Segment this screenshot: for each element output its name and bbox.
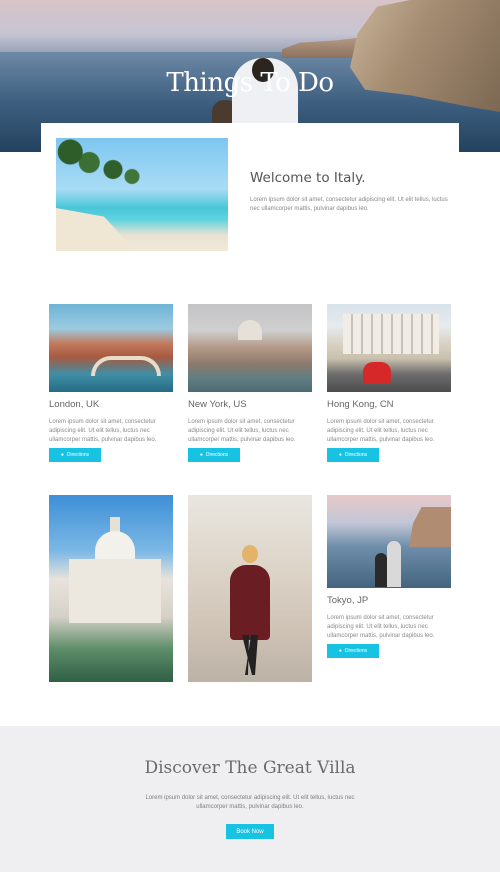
directions-button-new-york[interactable]: ● Directions: [188, 448, 240, 462]
card-text-new-york: Lorem ipsum dolor sit amet, consectetur …: [188, 419, 296, 443]
church-dome: [95, 531, 135, 561]
beach-sand: [56, 208, 136, 251]
coastal-cliff: [409, 507, 451, 547]
welcome-card: Welcome to Italy. Lorem ipsum dolor sit …: [41, 123, 459, 261]
card-text-tokyo: Lorem ipsum dolor sit amet, consectetur …: [327, 615, 435, 639]
new-york-image[interactable]: [188, 304, 312, 392]
card-text-hong-kong: Lorem ipsum dolor sit amet, consectetur …: [327, 419, 435, 443]
church-body: [69, 559, 161, 623]
cta-text: Lorem ipsum dolor sit amet, consectetur …: [145, 795, 355, 810]
woman-head: [242, 545, 258, 563]
directions-button-tokyo[interactable]: ● Directions: [327, 644, 379, 658]
directions-label: Directions: [344, 648, 368, 654]
welcome-text: Lorem ipsum dolor sit amet, consectetur …: [250, 197, 448, 212]
directions-button-london[interactable]: ● Directions: [49, 448, 101, 462]
couple-person-2: [387, 541, 401, 587]
card-title-tokyo: Tokyo, JP: [327, 595, 369, 606]
cta-title: Discover The Great Villa: [144, 758, 356, 778]
book-now-button[interactable]: Book Now: [226, 824, 274, 839]
page-title: Things To Do: [166, 68, 334, 98]
venice-church-image[interactable]: [49, 495, 173, 682]
building-facade: [343, 314, 439, 354]
scooter-shape: [363, 362, 391, 384]
fashion-woman-image[interactable]: [188, 495, 312, 682]
bridge-shape: [91, 356, 161, 376]
beach-image: [56, 138, 228, 251]
directions-label: Directions: [66, 452, 90, 458]
map-pin-icon: ●: [60, 452, 64, 458]
welcome-title: Welcome to Italy.: [250, 170, 366, 186]
card-title-new-york: New York, US: [188, 399, 247, 410]
woman-legs: [242, 635, 258, 675]
directions-label: Directions: [344, 452, 368, 458]
woman-coat: [230, 565, 270, 640]
directions-label: Directions: [205, 452, 229, 458]
map-pin-icon: ●: [199, 452, 203, 458]
palm-trees: [56, 138, 151, 208]
hong-kong-image[interactable]: [327, 304, 451, 392]
card-title-hong-kong: Hong Kong, CN: [327, 399, 394, 410]
card-title-london: London, UK: [49, 399, 100, 410]
map-pin-icon: ●: [338, 648, 342, 654]
map-pin-icon: ●: [338, 452, 342, 458]
dome-shape: [238, 320, 262, 340]
couple-person-1: [375, 553, 387, 587]
directions-button-hong-kong[interactable]: ● Directions: [327, 448, 379, 462]
london-image[interactable]: [49, 304, 173, 392]
card-text-london: Lorem ipsum dolor sit amet, consectetur …: [49, 419, 157, 443]
tokyo-image[interactable]: [327, 495, 451, 588]
